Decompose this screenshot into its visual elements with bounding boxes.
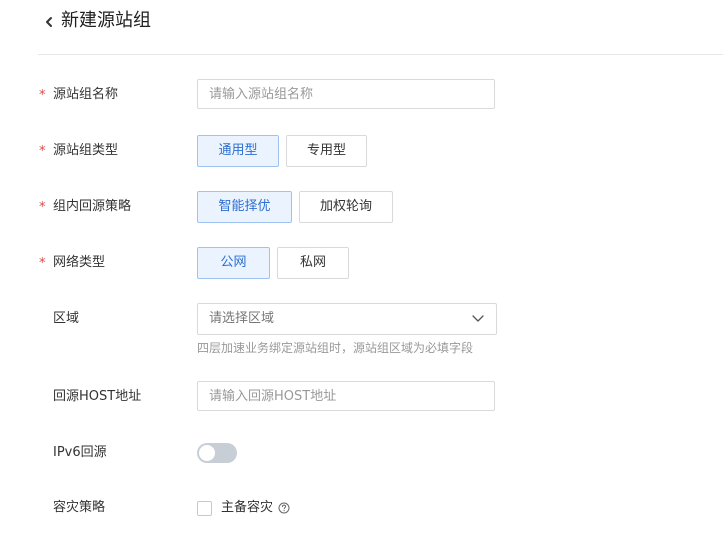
name-input[interactable]: [197, 79, 495, 109]
group-type-label: 源站组类型: [53, 143, 119, 158]
form-row-region: 区域 请选择区域 四层加速业务绑定源站组时，源站组区域为必填字段: [0, 303, 723, 359]
network-label: 网络类型: [53, 255, 106, 270]
strategy-label: 组内回源策略: [53, 199, 132, 214]
header-divider: [38, 54, 723, 55]
required-mark: *: [39, 200, 46, 215]
region-hint: 四层加速业务绑定源站组时，源站组区域为必填字段: [197, 341, 474, 355]
ipv6-toggle[interactable]: [197, 443, 237, 463]
form-row-strategy: * 组内回源策略 智能择优 加权轮询: [0, 191, 723, 223]
host-label: 回源HOST地址: [53, 389, 142, 404]
name-label: 源站组名称: [53, 87, 119, 102]
required-mark: *: [39, 144, 46, 159]
network-option-private[interactable]: 私网: [277, 247, 349, 279]
chevron-left-icon: [46, 17, 52, 27]
form-row-host: 回源HOST地址: [0, 381, 723, 413]
disaster-label: 容灾策略: [53, 500, 106, 515]
region-select-placeholder: 请选择区域: [209, 311, 275, 326]
host-input[interactable]: [197, 381, 495, 411]
form-row-name: * 源站组名称: [0, 79, 723, 111]
required-mark: *: [39, 88, 46, 103]
region-select[interactable]: 请选择区域: [197, 303, 497, 335]
page-title: 新建源站组: [61, 10, 151, 31]
disaster-checkbox-label[interactable]: 主备容灾: [221, 500, 273, 516]
network-option-public[interactable]: 公网: [197, 247, 270, 279]
disaster-checkbox[interactable]: [197, 501, 212, 516]
form-row-ipv6: IPv6回源: [0, 443, 723, 463]
strategy-option-weighted[interactable]: 加权轮询: [299, 191, 393, 223]
strategy-option-smart[interactable]: 智能择优: [197, 191, 292, 223]
group-type-option-general[interactable]: 通用型: [197, 135, 279, 167]
back-button[interactable]: [42, 14, 56, 30]
form-row-group-type: * 源站组类型 通用型 专用型: [0, 135, 723, 167]
required-mark: *: [39, 256, 46, 271]
region-label: 区域: [53, 311, 80, 326]
toggle-knob: [199, 445, 215, 461]
chevron-down-icon: [472, 315, 484, 322]
ipv6-label: IPv6回源: [53, 445, 107, 460]
form-row-network: * 网络类型 公网 私网: [0, 247, 723, 279]
page-header: 新建源站组: [0, 0, 723, 54]
group-type-option-dedicated[interactable]: 专用型: [286, 135, 367, 167]
form-row-disaster: 容灾策略 主备容灾: [0, 500, 723, 516]
question-circle-icon[interactable]: [278, 502, 290, 514]
